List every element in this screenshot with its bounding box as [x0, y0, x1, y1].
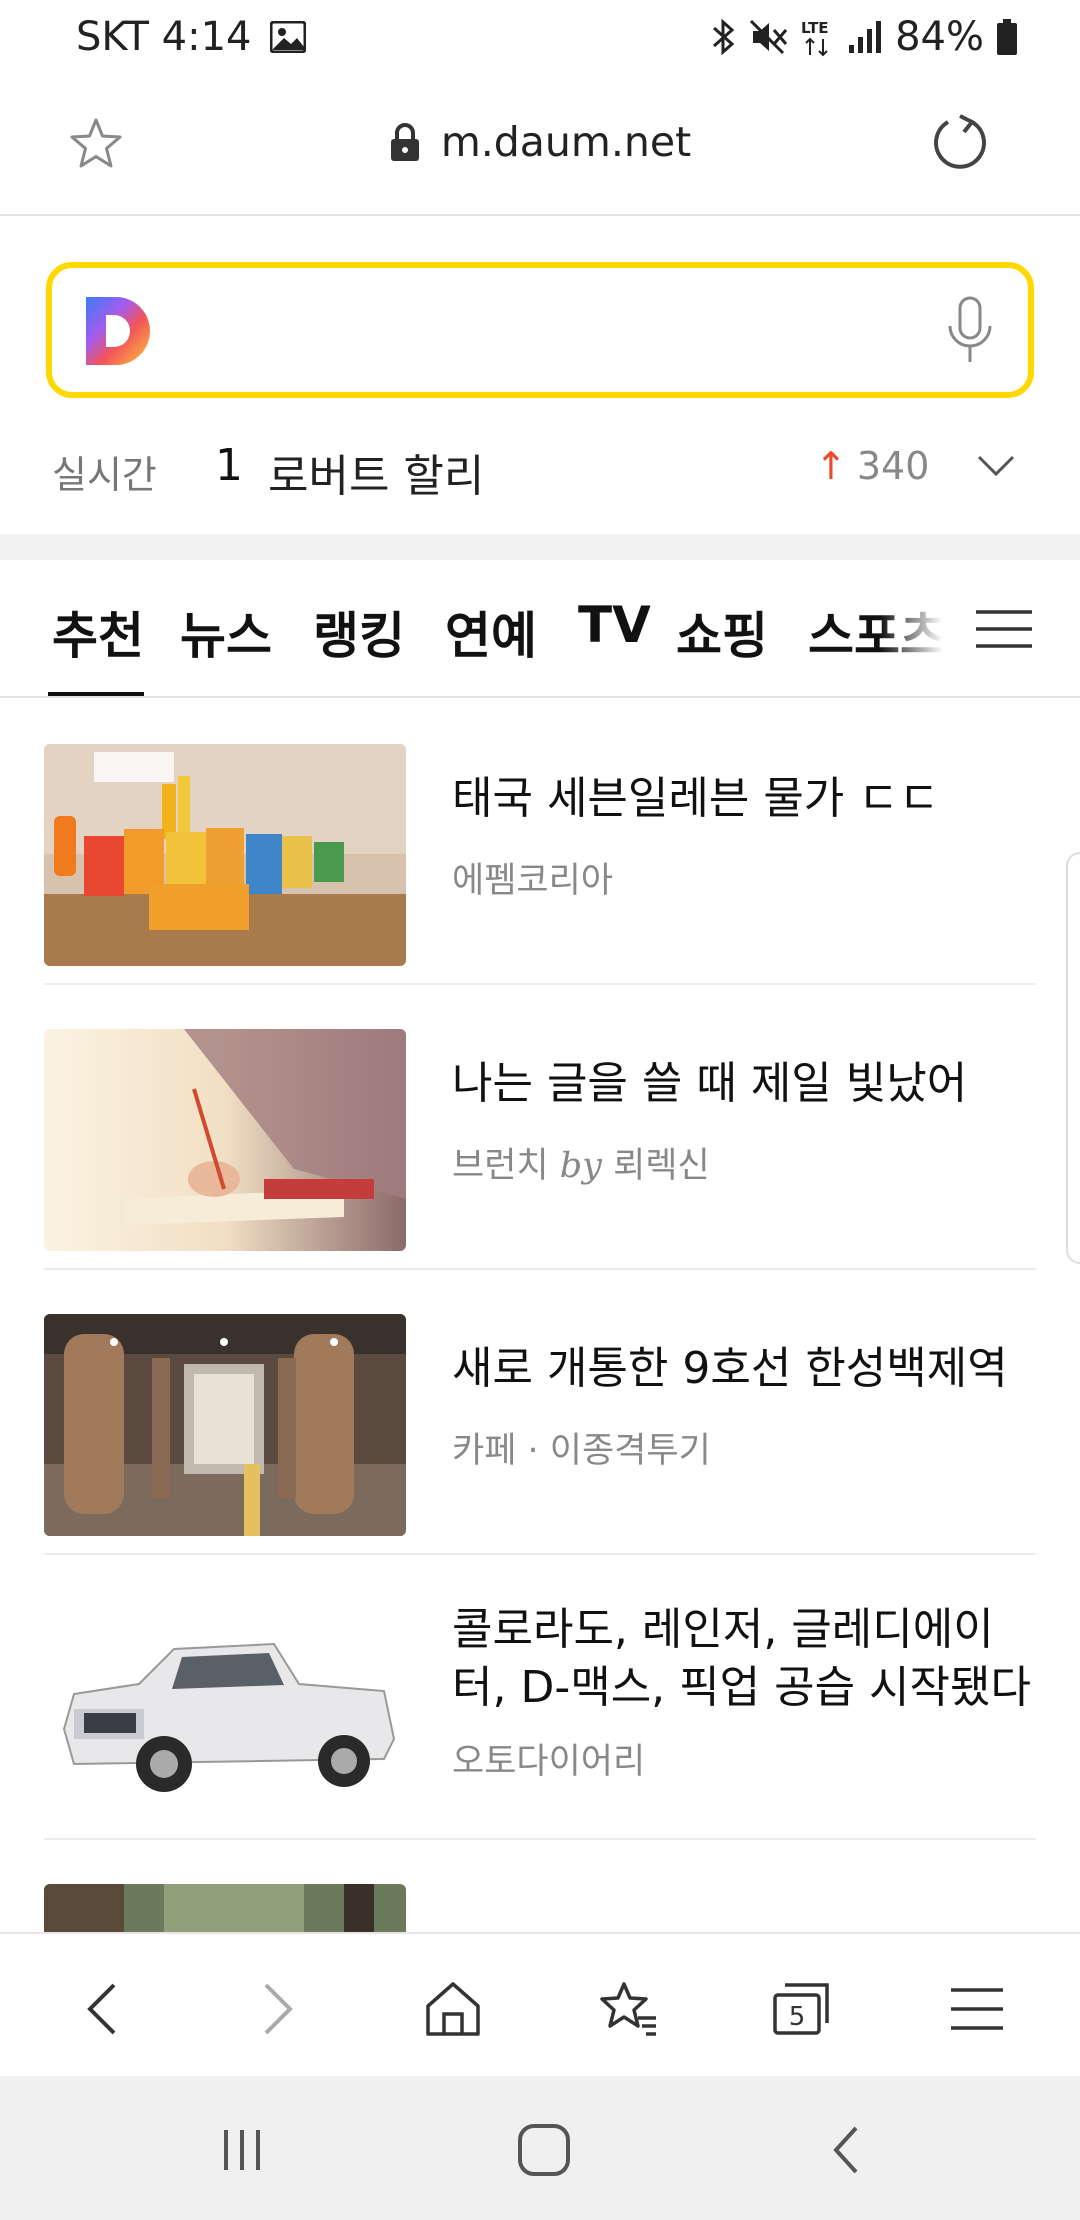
feed-item-title-line: 터, D-맥스, 픽업 공습 시작됐다	[452, 1662, 1031, 1713]
section-divider	[0, 534, 1080, 560]
feed-item-title[interactable]: 나는 글을 쓸 때 제일 빛났어	[452, 1055, 1032, 1113]
bookmarks-icon	[600, 1982, 656, 2036]
forward-icon	[264, 1983, 293, 2035]
back-icon[interactable]	[818, 2120, 878, 2180]
status-bar: SKT 4:14 LTE 84%	[0, 0, 1080, 76]
menu-icon	[951, 1988, 1003, 2030]
thumbnail-subway-station	[44, 1314, 406, 1536]
feed-item[interactable]: 콜로라도, 레인저, 글레디에이 터, D-맥스, 픽업 공습 시작됐다 오토다…	[44, 1555, 1036, 1840]
tabs-button[interactable]: 5	[766, 1974, 836, 2044]
active-tab-indicator	[48, 692, 144, 696]
status-left: SKT 4:14	[76, 14, 306, 60]
address-bar: m.daum.net	[0, 76, 1080, 216]
svg-text:LTE: LTE	[801, 19, 829, 37]
trend-up-icon: ↑	[815, 444, 847, 488]
tab-ranking[interactable]: 랭킹	[313, 596, 405, 668]
realtime-keyword-bar[interactable]: 실시간 1 로버트 할리 ↑ 340	[0, 430, 1080, 510]
feed-item[interactable]: 새로 개통한 9호선 한성백제역 카페 · 이종격투기	[44, 1270, 1036, 1555]
feed-item-source: 카페 · 이종격투기	[452, 1431, 711, 1471]
realtime-label: 실시간	[52, 453, 157, 497]
thumbnail-pickup-truck	[44, 1599, 406, 1821]
tab-entertainment[interactable]: 연예	[445, 596, 537, 668]
tab-shopping[interactable]: 쇼핑	[676, 596, 768, 668]
feed-item-source: 에펨코리아	[452, 861, 614, 901]
feed-item-title-line: 콜로라도, 레인저, 글레디에이	[452, 1604, 994, 1655]
mute-icon	[750, 19, 788, 55]
lte-icon: LTE	[801, 19, 829, 57]
daum-logo-icon	[86, 297, 150, 365]
lock-icon	[390, 123, 419, 161]
tab-count: 5	[789, 2002, 806, 2032]
feed-item[interactable]: 나는 글을 쓸 때 제일 빛났어 브런치 by 뢰렉신	[44, 985, 1036, 1270]
chevron-down-icon[interactable]	[976, 452, 1016, 480]
tabs-fade	[880, 560, 970, 696]
feed-item-source: 브런치 by 뢰렉신	[452, 1137, 710, 1188]
tabs-icon: 5	[773, 1983, 829, 2035]
feed-item-title[interactable]: 태국 세븐일레븐 물가 ㄷㄷ	[452, 770, 1032, 828]
home-icon[interactable]	[514, 2120, 574, 2180]
bluetooth-icon	[713, 18, 735, 56]
source-platform: 브런치	[452, 1146, 549, 1186]
reload-icon[interactable]	[930, 112, 990, 172]
feed-item-title[interactable]: 콜로라도, 레인저, 글레디에이 터, D-맥스, 픽업 공습 시작됐다	[452, 1601, 1032, 1717]
thumbnail-snacks	[44, 744, 406, 966]
url-text: m.daum.net	[440, 118, 692, 166]
recents-icon[interactable]	[212, 2120, 272, 2180]
feed-item-source: 오토다이어리	[452, 1742, 646, 1782]
home-icon	[426, 1982, 480, 2036]
source-by: by	[559, 1146, 602, 1186]
back-button[interactable]	[67, 1974, 137, 2044]
trend-value: 340	[856, 444, 930, 488]
system-nav-bar	[0, 2076, 1080, 2220]
category-tabs: 추천 뉴스 랭킹 연예 TV 쇼핑 스포츠	[0, 560, 1080, 698]
tab-news[interactable]: 뉴스	[180, 596, 272, 668]
battery-percent: 84%	[895, 14, 984, 60]
realtime-keyword[interactable]: 로버트 할리	[268, 440, 484, 504]
back-icon	[87, 1983, 116, 2035]
bookmarks-button[interactable]	[594, 1974, 664, 2044]
realtime-rank: 1	[215, 440, 243, 491]
realtime-trend: ↑ 340	[815, 444, 929, 488]
tab-recommend[interactable]: 추천	[52, 596, 144, 668]
edge-panel-handle[interactable]	[1066, 852, 1080, 1264]
thumbnail-writing	[44, 1029, 406, 1251]
gallery-icon	[269, 21, 306, 53]
url-field[interactable]: m.daum.net	[0, 118, 1080, 166]
browser-toolbar: 5	[0, 1932, 1080, 2076]
source-author: 뢰렉신	[613, 1146, 710, 1186]
browser-menu-button[interactable]	[942, 1974, 1012, 2044]
forward-button[interactable]	[243, 1974, 313, 2044]
signal-icon	[849, 21, 882, 53]
mic-icon[interactable]	[944, 296, 996, 368]
feed-item[interactable]: 태국 세븐일레븐 물가 ㄷㄷ 에펨코리아	[44, 700, 1036, 985]
battery-icon	[997, 19, 1017, 55]
feed-item-title[interactable]: 새로 개통한 9호선 한성백제역	[452, 1340, 1032, 1398]
status-right: LTE 84%	[711, 14, 1018, 60]
home-button[interactable]	[418, 1974, 488, 2044]
tab-tv[interactable]: TV	[578, 596, 651, 654]
hamburger-icon[interactable]	[974, 608, 1034, 650]
carrier-time: SKT 4:14	[76, 14, 252, 60]
search-input[interactable]	[46, 262, 1034, 398]
